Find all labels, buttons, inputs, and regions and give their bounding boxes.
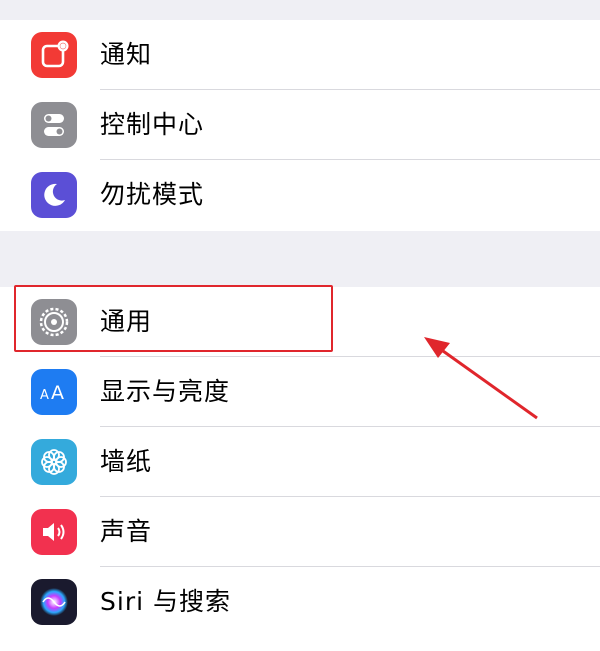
red-arrow-icon xyxy=(424,337,538,420)
